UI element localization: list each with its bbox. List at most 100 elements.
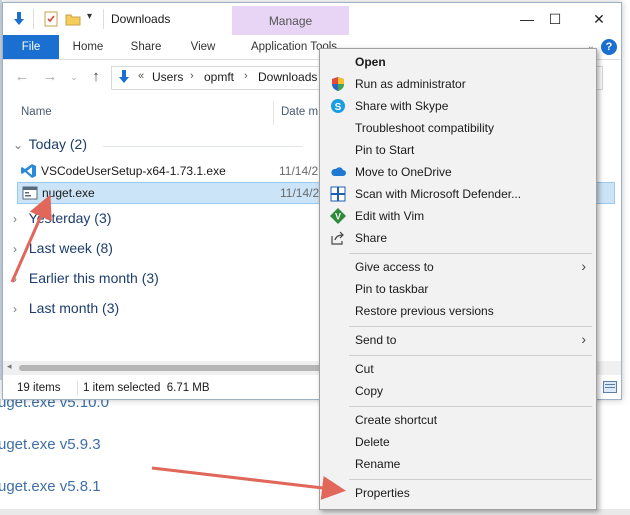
group-divider bbox=[103, 146, 303, 147]
download-link-v5-8-1[interactable]: uget.exe v5.8.1 bbox=[0, 478, 101, 495]
group-label: Today (2) bbox=[28, 136, 87, 152]
menu-item-label: Share with Skype bbox=[355, 99, 449, 113]
customize-toolbar-chevron-icon[interactable]: ▾ bbox=[87, 11, 92, 22]
column-divider[interactable] bbox=[273, 101, 274, 125]
menu-item-label: Give access to bbox=[355, 260, 434, 274]
menu-item-pin-to-start[interactable]: Pin to Start bbox=[320, 139, 596, 161]
menu-item-rename[interactable]: Rename bbox=[320, 453, 596, 475]
defender-icon bbox=[330, 186, 346, 202]
title-bar: ▾ Downloads Manage — ☐ ✕ bbox=[3, 3, 621, 36]
group-yesterday[interactable]: › Yesterday (3) bbox=[13, 210, 111, 226]
file-name: nuget.exe bbox=[42, 186, 95, 200]
menu-item-troubleshoot-compatibility[interactable]: Troubleshoot compatibility bbox=[320, 117, 596, 139]
shield-icon bbox=[332, 77, 344, 91]
group-today[interactable]: ⌄ Today (2) bbox=[13, 136, 87, 152]
breadcrumb-users[interactable]: Users bbox=[152, 70, 183, 84]
menu-item-move-to-onedrive[interactable]: Move to OneDrive bbox=[320, 161, 596, 183]
window-title: Downloads bbox=[111, 12, 171, 26]
menu-item-label: Edit with Vim bbox=[355, 209, 425, 223]
tab-home[interactable]: Home bbox=[67, 35, 109, 59]
close-button[interactable]: ✕ bbox=[579, 7, 619, 31]
expand-chevron-icon[interactable]: › bbox=[13, 272, 25, 286]
menu-item-label: Restore previous versions bbox=[355, 304, 494, 318]
new-folder-icon[interactable] bbox=[65, 11, 81, 27]
menu-item-scan-with-defender[interactable]: Scan with Microsoft Defender... bbox=[320, 183, 596, 205]
expand-chevron-icon[interactable]: › bbox=[13, 212, 25, 226]
breadcrumb-opmft[interactable]: opmft bbox=[204, 70, 234, 84]
menu-item-label: Create shortcut bbox=[355, 413, 438, 427]
titlebar-divider-2 bbox=[103, 9, 104, 29]
up-arrow-icon[interactable]: ↑ bbox=[87, 68, 105, 86]
group-last-month[interactable]: › Last month (3) bbox=[13, 300, 119, 316]
status-divider bbox=[77, 381, 78, 395]
menu-item-cut[interactable]: Cut bbox=[320, 358, 596, 380]
menu-separator bbox=[349, 326, 592, 327]
menu-item-label: Properties bbox=[355, 486, 410, 500]
menu-item-label: Rename bbox=[355, 457, 401, 471]
group-label: Last week (8) bbox=[28, 240, 113, 256]
submenu-chevron-icon: › bbox=[581, 331, 586, 347]
breadcrumb-separator: › bbox=[190, 70, 194, 82]
menu-item-create-shortcut[interactable]: Create shortcut bbox=[320, 409, 596, 431]
vim-icon: V bbox=[330, 208, 346, 224]
tab-share[interactable]: Share bbox=[125, 35, 167, 59]
maximize-button[interactable]: ☐ bbox=[535, 7, 575, 31]
menu-item-label: Pin to Start bbox=[355, 143, 415, 157]
group-label: Earlier this month (3) bbox=[28, 270, 159, 286]
vscode-icon bbox=[21, 164, 36, 178]
menu-item-label: Move to OneDrive bbox=[355, 165, 452, 179]
menu-separator bbox=[349, 406, 592, 407]
quick-access-down-arrow-icon[interactable] bbox=[11, 11, 27, 27]
menu-item-send-to[interactable]: Send to › bbox=[320, 329, 596, 351]
scrollbar-thumb[interactable] bbox=[19, 365, 339, 371]
group-last-week[interactable]: › Last week (8) bbox=[13, 240, 113, 256]
menu-item-label: Send to bbox=[355, 333, 397, 347]
menu-separator bbox=[349, 479, 592, 480]
recent-locations-chevron-icon[interactable]: ⌄ bbox=[65, 68, 83, 86]
skype-icon: S bbox=[331, 99, 345, 113]
file-date: 11/14/2 bbox=[279, 164, 319, 178]
menu-item-edit-with-vim[interactable]: V Edit with Vim bbox=[320, 205, 596, 227]
menu-item-share[interactable]: Share bbox=[320, 227, 596, 249]
exe-icon bbox=[22, 186, 38, 200]
menu-item-label: Pin to taskbar bbox=[355, 282, 429, 296]
menu-item-give-access-to[interactable]: Give access to › bbox=[320, 256, 596, 278]
properties-checkmark-icon[interactable] bbox=[43, 11, 59, 27]
svg-text:V: V bbox=[335, 212, 341, 222]
menu-item-open[interactable]: Open bbox=[320, 51, 596, 73]
menu-item-restore-previous-versions[interactable]: Restore previous versions bbox=[320, 300, 596, 322]
menu-item-run-as-administrator[interactable]: Run as administrator bbox=[320, 73, 596, 95]
menu-separator bbox=[349, 253, 592, 254]
collapse-chevron-icon[interactable]: ⌄ bbox=[13, 138, 25, 152]
group-earlier-this-month[interactable]: › Earlier this month (3) bbox=[13, 270, 159, 286]
download-link-v5-9-3[interactable]: uget.exe v5.9.3 bbox=[0, 436, 101, 453]
menu-item-label: Delete bbox=[355, 435, 390, 449]
breadcrumb-downloads[interactable]: Downloads bbox=[258, 70, 317, 84]
expand-chevron-icon[interactable]: › bbox=[13, 242, 25, 256]
file-name: VSCodeUserSetup-x64-1.73.1.exe bbox=[41, 164, 226, 178]
menu-item-share-with-skype[interactable]: S Share with Skype bbox=[320, 95, 596, 117]
column-date-header[interactable]: Date m bbox=[281, 106, 318, 118]
menu-item-copy[interactable]: Copy bbox=[320, 380, 596, 402]
group-label: Last month (3) bbox=[28, 300, 120, 316]
menu-item-properties[interactable]: Properties bbox=[320, 482, 596, 504]
menu-item-label: Open bbox=[355, 55, 386, 69]
menu-item-delete[interactable]: Delete bbox=[320, 431, 596, 453]
forward-arrow-icon[interactable]: → bbox=[41, 68, 59, 86]
back-arrow-icon[interactable]: ← bbox=[13, 68, 31, 86]
details-view-icon[interactable] bbox=[603, 381, 617, 393]
tab-file[interactable]: File bbox=[3, 35, 59, 59]
menu-item-label: Troubleshoot compatibility bbox=[355, 121, 494, 135]
address-overflow[interactable]: « bbox=[138, 70, 144, 82]
menu-item-label: Run as administrator bbox=[355, 77, 466, 91]
help-icon[interactable]: ? bbox=[601, 39, 617, 55]
expand-chevron-icon[interactable]: › bbox=[13, 302, 25, 316]
file-date: 11/14/2 bbox=[280, 186, 320, 200]
scroll-left-arrow-icon[interactable]: ◂ bbox=[7, 361, 12, 372]
menu-item-pin-to-taskbar[interactable]: Pin to taskbar bbox=[320, 278, 596, 300]
column-name-header[interactable]: Name bbox=[21, 106, 52, 118]
menu-item-label: Scan with Microsoft Defender... bbox=[355, 187, 522, 201]
tab-manage[interactable]: Manage bbox=[232, 6, 349, 36]
tab-view[interactable]: View bbox=[183, 35, 223, 59]
group-label: Yesterday (3) bbox=[28, 210, 112, 226]
